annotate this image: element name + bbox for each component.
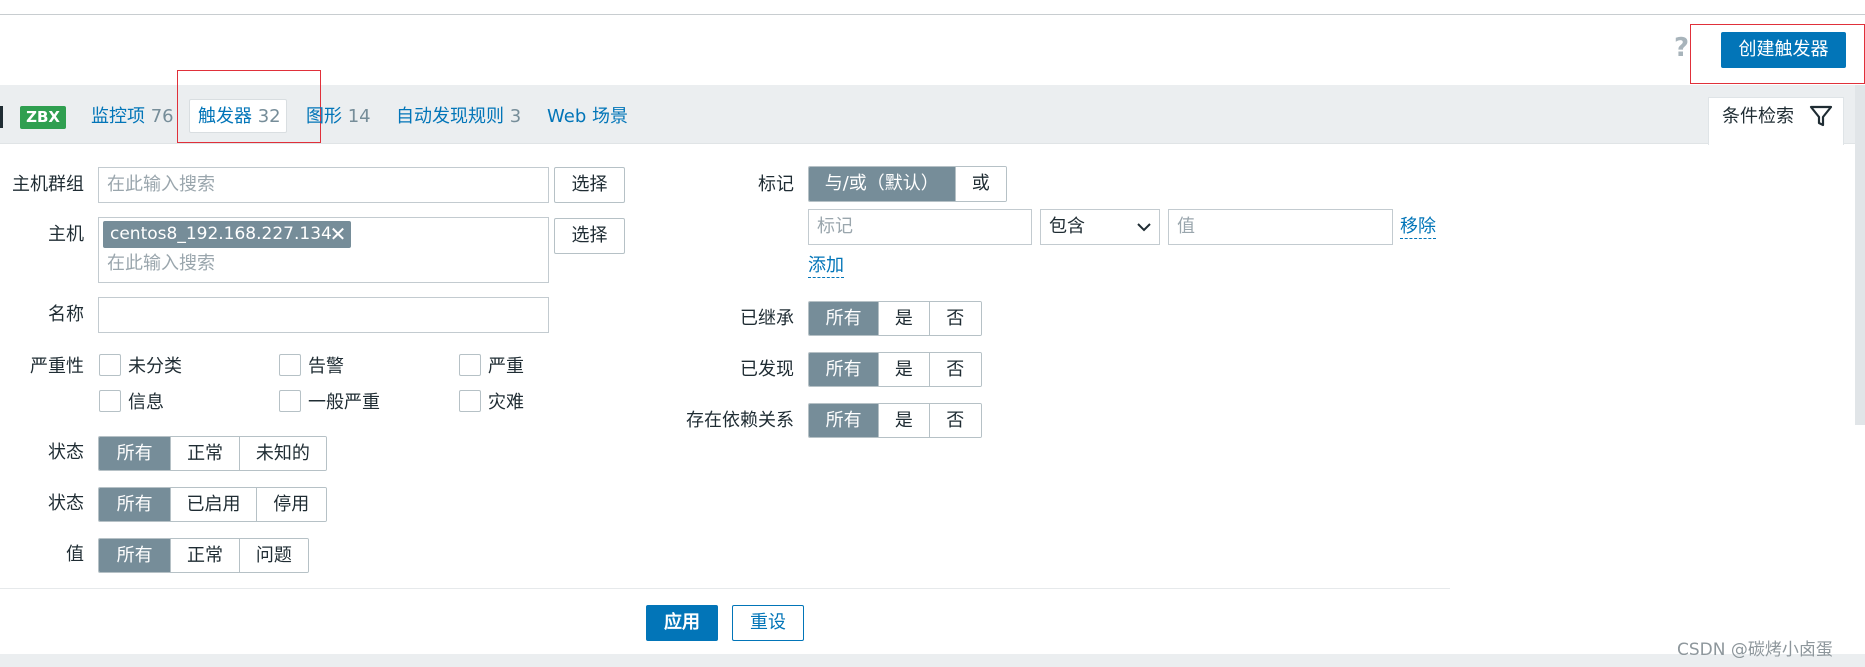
tags-operator-control: 与/或（默认） 或 bbox=[808, 166, 1007, 202]
severity-label-average: 一般严重 bbox=[308, 392, 380, 413]
value-option-problem[interactable]: 问题 bbox=[238, 539, 308, 572]
tag-remove-link[interactable]: 移除 bbox=[1400, 216, 1436, 239]
dependencies-label: 存在依赖关系 bbox=[686, 410, 794, 431]
discovered-option-no[interactable]: 否 bbox=[928, 353, 981, 386]
host-group-select-button[interactable]: 选择 bbox=[554, 167, 625, 203]
tab-web-scenarios[interactable]: Web 场景 bbox=[547, 104, 628, 130]
severity-checkbox-warning[interactable] bbox=[279, 354, 301, 376]
inherited-option-yes[interactable]: 是 bbox=[878, 302, 929, 335]
severity-checkbox-information[interactable] bbox=[99, 390, 121, 412]
tag-value-input[interactable]: 值 bbox=[1168, 209, 1393, 245]
state-segmented-control: 所有 正常 未知的 bbox=[98, 436, 327, 471]
status-option-disabled[interactable]: 停用 bbox=[255, 488, 326, 521]
value-segmented-control: 所有 正常 问题 bbox=[98, 538, 309, 573]
value-option-all[interactable]: 所有 bbox=[99, 539, 171, 572]
scrollbar[interactable] bbox=[1855, 85, 1865, 425]
tag-condition-value: 包含 bbox=[1049, 216, 1085, 237]
tag-name-input[interactable]: 标记 bbox=[808, 209, 1032, 245]
annotation-box-triggers bbox=[177, 70, 321, 143]
dependencies-option-all[interactable]: 所有 bbox=[809, 404, 879, 437]
value-option-ok[interactable]: 正常 bbox=[170, 539, 239, 572]
severity-label-not-classified: 未分类 bbox=[128, 356, 182, 377]
tab-discovery-label: 自动发现规则 bbox=[396, 106, 504, 127]
watermark-text: CSDN @碳烤小卤蛋 bbox=[1677, 640, 1833, 660]
reset-button[interactable]: 重设 bbox=[732, 605, 804, 641]
filter-tab-label: 条件检索 bbox=[1722, 106, 1794, 127]
severity-label-high: 严重 bbox=[488, 356, 524, 377]
discovered-segmented-control: 所有 是 否 bbox=[808, 352, 982, 387]
inherited-option-all[interactable]: 所有 bbox=[809, 302, 879, 335]
annotation-box-create bbox=[1690, 24, 1865, 84]
filter-footer-divider bbox=[0, 588, 1450, 589]
host-select-button[interactable]: 选择 bbox=[554, 218, 625, 254]
tab-discovery-count: 3 bbox=[509, 106, 522, 127]
state-option-normal[interactable]: 正常 bbox=[170, 437, 239, 470]
severity-label-disaster: 灾难 bbox=[488, 392, 524, 413]
host-group-input[interactable]: 在此输入搜索 bbox=[98, 167, 549, 203]
inherited-segmented-control: 所有 是 否 bbox=[808, 301, 982, 336]
status-label: 状态 bbox=[48, 493, 84, 514]
name-input[interactable] bbox=[98, 297, 549, 333]
tags-label: 标记 bbox=[758, 174, 794, 195]
discovered-label: 已发现 bbox=[740, 359, 794, 380]
discovered-option-all[interactable]: 所有 bbox=[809, 353, 879, 386]
tab-items[interactable]: 监控项 76 bbox=[91, 104, 174, 130]
tab-graphs-count: 14 bbox=[347, 106, 371, 127]
severity-checkbox-average[interactable] bbox=[279, 390, 301, 412]
tab-items-count: 76 bbox=[150, 106, 174, 127]
bottom-bar bbox=[0, 654, 1865, 667]
tab-graphs-label: 图形 bbox=[306, 106, 342, 127]
tab-web-label: Web 场景 bbox=[547, 106, 628, 127]
host-chip-remove-icon[interactable]: ✕ bbox=[327, 221, 349, 248]
severity-checkbox-high[interactable] bbox=[459, 354, 481, 376]
tags-operator-and-or[interactable]: 与/或（默认） bbox=[809, 167, 955, 201]
tag-add-link[interactable]: 添加 bbox=[808, 255, 844, 278]
state-option-all[interactable]: 所有 bbox=[99, 437, 171, 470]
zbx-availability-badge: ZBX bbox=[20, 106, 66, 129]
host-group-label: 主机群组 bbox=[12, 174, 84, 195]
status-segmented-control: 所有 已启用 停用 bbox=[98, 487, 327, 522]
tags-operator-or[interactable]: 或 bbox=[954, 167, 1006, 201]
top-divider bbox=[0, 14, 1865, 15]
severity-label: 严重性 bbox=[30, 356, 84, 377]
dependencies-option-yes[interactable]: 是 bbox=[878, 404, 929, 437]
severity-label-warning: 告警 bbox=[308, 356, 344, 377]
name-label: 名称 bbox=[48, 304, 84, 325]
state-label: 状态 bbox=[48, 442, 84, 463]
host-chip: centos8_192.168.227.134 bbox=[103, 221, 351, 248]
tab-graphs[interactable]: 图形 14 bbox=[306, 104, 371, 130]
value-label: 值 bbox=[66, 544, 84, 565]
severity-label-information: 信息 bbox=[128, 392, 164, 413]
inherited-label: 已继承 bbox=[740, 308, 794, 329]
filter-funnel-icon bbox=[1809, 105, 1833, 127]
status-option-all[interactable]: 所有 bbox=[99, 488, 171, 521]
tab-discovery-rules[interactable]: 自动发现规则 3 bbox=[396, 104, 521, 130]
host-search-placeholder[interactable]: 在此输入搜索 bbox=[107, 252, 215, 276]
dependencies-option-no[interactable]: 否 bbox=[928, 404, 981, 437]
nav-bar-left-edge bbox=[0, 106, 3, 128]
state-option-unknown[interactable]: 未知的 bbox=[238, 437, 326, 470]
apply-button[interactable]: 应用 bbox=[646, 605, 718, 641]
tab-items-label: 监控项 bbox=[91, 106, 145, 127]
host-label: 主机 bbox=[48, 224, 84, 245]
chevron-down-icon bbox=[1137, 223, 1151, 232]
inherited-option-no[interactable]: 否 bbox=[928, 302, 981, 335]
status-option-enabled[interactable]: 已启用 bbox=[170, 488, 256, 521]
severity-checkbox-disaster[interactable] bbox=[459, 390, 481, 412]
discovered-option-yes[interactable]: 是 bbox=[878, 353, 929, 386]
dependencies-segmented-control: 所有 是 否 bbox=[808, 403, 982, 438]
severity-checkbox-not-classified[interactable] bbox=[99, 354, 121, 376]
